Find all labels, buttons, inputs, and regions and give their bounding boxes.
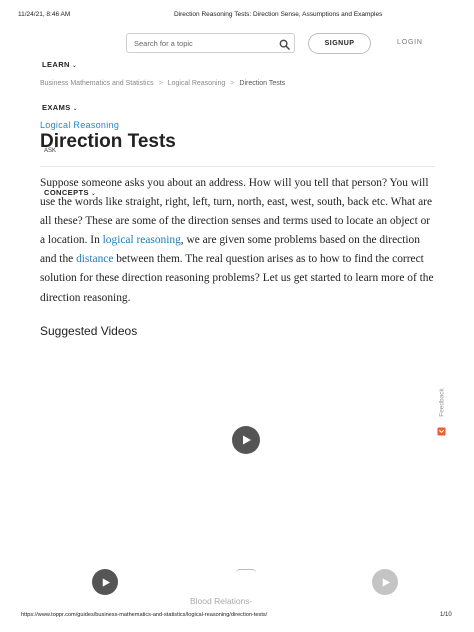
feedback-icon [437,427,446,436]
learn-menu[interactable]: LEARN ⌄ [42,60,77,69]
suggested-videos-heading: Suggested Videos [40,324,138,338]
previous-video-button[interactable] [92,569,118,595]
page-title: Direction Tests [40,131,176,152]
exams-menu-label: EXAMS [42,103,71,112]
chevron-down-icon: ⌄ [72,106,79,112]
print-datetime: 11/24/21, 8:46 AM [18,11,71,18]
exams-menu[interactable]: EXAMS ⌄ [42,103,78,112]
concepts-menu[interactable]: CONCEPTS ⌄ [43,188,98,197]
learn-menu-label: LEARN [42,60,70,69]
signup-button[interactable]: SIGNUP [308,33,371,54]
print-page-title: Direction Reasoning Tests: Direction Sen… [174,11,383,18]
breadcrumb: Business Mathematics and Statistics > Logi… [40,80,285,87]
play-icon [243,435,251,445]
breadcrumb-item[interactable]: Logical Reasoning [168,80,226,87]
search-input[interactable] [134,37,274,49]
ask-menu[interactable]: ASK [44,148,56,154]
chevron-down-icon: ⌄ [90,191,97,197]
next-video-title[interactable]: Blood Relations- [190,596,252,606]
search-bar[interactable] [126,33,295,53]
feedback-tab[interactable]: Feedback [436,385,448,437]
print-url: https://www.toppr.com/guides/business-ma… [21,612,268,618]
breadcrumb-separator: > [158,80,163,87]
login-link[interactable]: LOGIN [397,39,423,46]
breadcrumb-item[interactable]: Business Mathematics and Statistics [40,80,154,87]
category-link[interactable]: Logical Reasoning [40,120,119,130]
feedback-label: Feedback [438,388,446,417]
intro-paragraph: Suppose someone asks you about an addres… [40,174,436,308]
distance-link[interactable]: distance [76,253,113,265]
search-icon[interactable] [279,37,290,55]
play-icon [382,577,390,587]
video-play-button[interactable] [232,426,260,454]
logical-reasoning-link[interactable]: logical reasoning [103,234,181,246]
divider [40,166,435,167]
print-page-number: 1/10 [440,612,452,618]
carousel-indicator [236,569,256,573]
play-icon [102,577,110,587]
chevron-down-icon: ⌄ [71,63,78,69]
concepts-menu-label: CONCEPTS [44,188,89,197]
breadcrumb-current: Direction Tests [239,80,286,87]
breadcrumb-separator: > [230,80,235,87]
next-video-button[interactable] [372,569,398,595]
